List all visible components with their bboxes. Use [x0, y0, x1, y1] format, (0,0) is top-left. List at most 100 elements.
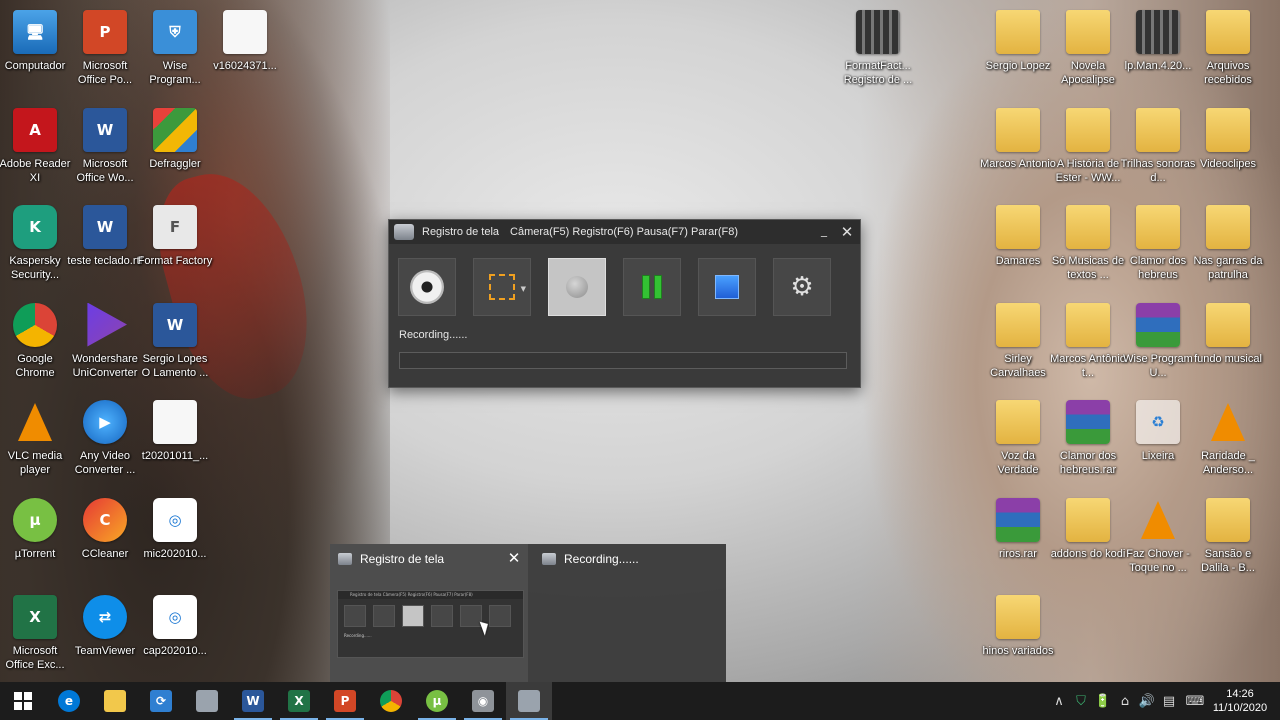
desktop-shortcut[interactable]: Marcos Antonio — [980, 102, 1056, 192]
desktop-shortcut[interactable]: hinos variados — [983, 589, 1053, 679]
taskbar-app-button[interactable]: e — [46, 682, 92, 720]
desktop-shortcut[interactable]: C CCleaner — [70, 492, 140, 582]
thumbnail-close-button[interactable]: ✕ — [506, 549, 522, 567]
desktop-shortcut[interactable]: X Microsoft Office Exc... — [0, 589, 70, 679]
desktop-shortcut[interactable]: Sirley Carvalhaes — [983, 297, 1053, 387]
desktop-shortcut[interactable]: Sansão e Dalila - B... — [1193, 492, 1263, 582]
desktop-shortcut[interactable]: P Microsoft Office Po... — [70, 4, 140, 94]
desktop-shortcut[interactable]: ◎ cap202010... — [140, 589, 210, 679]
pause-button[interactable] — [623, 258, 681, 316]
desktop-shortcut[interactable]: FormatFact... Registro de ... — [843, 4, 913, 94]
camera-button[interactable] — [398, 258, 456, 316]
desktop-shortcut[interactable]: µ µTorrent — [0, 492, 70, 582]
taskbar-app-button[interactable]: P — [322, 682, 368, 720]
desktop-shortcut[interactable]: Sergio Lopez — [983, 4, 1053, 94]
excel-icon: X — [288, 690, 310, 712]
desktop-shortcut[interactable]: fundo musical — [1193, 297, 1263, 387]
chrome-icon — [380, 690, 402, 712]
desktop-shortcut-label: µTorrent — [14, 547, 56, 560]
desktop-shortcut[interactable]: Google Chrome — [0, 297, 70, 387]
taskbar-app-button[interactable]: ◉ — [460, 682, 506, 720]
webcam-icon: ◉ — [472, 690, 494, 712]
desktop-shortcut[interactable]: Wondershare UniConverter — [70, 297, 140, 387]
ccleaner-icon: C — [83, 497, 127, 542]
clock-time: 14:26 — [1226, 688, 1254, 700]
desktop-shortcut[interactable]: Arquivos recebidos — [1193, 4, 1263, 94]
desktop-shortcut[interactable]: W Microsoft Office Wo... — [70, 102, 140, 192]
desktop-shortcut[interactable]: W Sergio Lopes O Lamento ... — [140, 297, 210, 387]
desktop-shortcut[interactable]: addons do kodi — [1051, 492, 1125, 582]
teamviewer-icon: ⇄ — [83, 595, 127, 639]
taskbar-app-button[interactable]: µ — [414, 682, 460, 720]
desktop-shortcut-label: Raridade _ Anderso... — [1201, 450, 1255, 476]
desktop-shortcut[interactable]: Nas garras da patrulha — [1193, 199, 1263, 289]
taskbar-app-button[interactable]: W — [230, 682, 276, 720]
desktop-shortcut[interactable]: v16024371... — [210, 4, 280, 94]
clock[interactable]: 14:26 11/10/2020 — [1210, 687, 1270, 715]
settings-button[interactable]: ⚙ — [773, 258, 831, 316]
desktop-shortcut[interactable]: Wteste teclado.rtf — [67, 199, 143, 289]
desktop-shortcut[interactable]: t20201011_... — [140, 394, 210, 484]
desktop-shortcut-label: Sergio Lopez — [985, 60, 1051, 72]
mini-status: Recording...... — [344, 633, 372, 638]
volume-icon[interactable]: 🔊 — [1136, 694, 1158, 709]
video-folder-icon — [1066, 107, 1110, 152]
desktop-shortcut[interactable]: Marcos Antônio t... — [1050, 297, 1126, 387]
dropdown-arrow-icon[interactable]: ▼ — [521, 285, 526, 293]
desktop-shortcut[interactable]: Wise Program U... — [1123, 297, 1193, 387]
desktop-shortcut[interactable]: Só Musicas de textos ... — [1052, 199, 1124, 289]
taskbar-app-button[interactable]: ⟳ — [138, 682, 184, 720]
window-titlebar[interactable]: Registro de tela Câmera(F5) Registro(F6)… — [389, 220, 860, 244]
desktop-shortcut[interactable]: F Format Factory — [138, 199, 212, 289]
desktop-shortcut[interactable]: VLC media player — [0, 394, 70, 484]
desktop-shortcut[interactable]: K Kaspersky Security... — [0, 199, 70, 289]
desktop-shortcut[interactable]: Faz Chover - Toque no ... — [1123, 492, 1193, 582]
desktop-shortcut-label: Google Chrome — [15, 352, 55, 379]
region-select-button[interactable]: ▼ — [473, 258, 531, 316]
desktop-shortcut[interactable]: A Adobe Reader XI — [0, 102, 70, 192]
desktop-shortcut[interactable]: ▶ Any Video Converter ... — [70, 394, 140, 484]
desktop-shortcut-label: hinos variados — [982, 645, 1054, 657]
notification-icon[interactable]: ▤ — [1158, 694, 1180, 709]
desktop-shortcut[interactable]: Damares — [983, 199, 1053, 289]
taskbar-app-button[interactable] — [506, 682, 552, 720]
network-icon[interactable]: ⌂ — [1114, 694, 1136, 709]
desktop-shortcut[interactable]: ◎ mic202010... — [140, 492, 210, 582]
vlc-icon — [13, 400, 57, 444]
desktop-shortcut[interactable]: Novela Apocalipse — [1053, 4, 1123, 94]
desktop-shortcut[interactable]: Clamor dos hebreus — [1123, 199, 1193, 289]
desktop-shortcut[interactable]: lp.Man.4.20... — [1123, 4, 1193, 94]
desktop-shortcut[interactable]: Voz da Verdade — [983, 394, 1053, 484]
taskbar-app-button[interactable] — [92, 682, 138, 720]
close-button[interactable]: ✕ — [837, 222, 857, 242]
desktop-shortcut[interactable]: ⛨ Wise Program... — [140, 4, 210, 94]
desktop-shortcut[interactable]: Trilhas sonoras d... — [1121, 102, 1195, 192]
defraggler-icon — [153, 107, 197, 152]
start-button[interactable] — [0, 682, 46, 720]
desktop-shortcut[interactable]: ⇄ TeamViewer — [70, 589, 140, 679]
record-button[interactable] — [548, 258, 606, 316]
desktop-shortcut[interactable]: Raridade _ Anderso... — [1193, 394, 1263, 484]
desktop-shortcut-label: Adobe Reader XI — [0, 157, 71, 184]
power-icon[interactable]: 🔋 — [1092, 694, 1114, 709]
desktop-shortcut[interactable]: 🖥 Computador — [0, 4, 70, 94]
desktop-shortcut[interactable]: A História de Ester - WW... — [1053, 102, 1123, 192]
defender-shield-icon[interactable]: ⛉ — [1070, 694, 1092, 709]
thumbnail-card-registro[interactable]: Registro de tela ✕ Registro de tela Câme… — [330, 544, 528, 682]
taskbar-app-button[interactable] — [368, 682, 414, 720]
keyboard-icon[interactable]: ⌨ — [1180, 694, 1210, 709]
mini-title: Registro de tela Câmera(F5) Registro(F6)… — [350, 592, 473, 597]
taskbar-app-button[interactable] — [184, 682, 230, 720]
desktop-shortcut[interactable]: Videoclipes — [1193, 102, 1263, 192]
show-hidden-icons-chevron-icon[interactable]: ∧ — [1048, 694, 1070, 709]
minimize-button[interactable]: _ — [814, 223, 834, 241]
desktop-shortcut[interactable]: Defraggler — [140, 102, 210, 192]
taskbar-app-button[interactable]: X — [276, 682, 322, 720]
desktop-shortcut-label: Faz Chover - Toque no ... — [1126, 547, 1190, 574]
thumbnail-card-recording[interactable]: Recording...... — [534, 544, 726, 682]
desktop-shortcut[interactable]: riros.rar — [983, 492, 1053, 582]
desktop-shortcut[interactable]: Clamor dos hebreus.rar — [1053, 394, 1123, 484]
stop-button[interactable] — [698, 258, 756, 316]
desktop-shortcut-label: Defraggler — [149, 157, 201, 170]
desktop-shortcut[interactable]: ♻ Lixeira — [1123, 394, 1193, 484]
